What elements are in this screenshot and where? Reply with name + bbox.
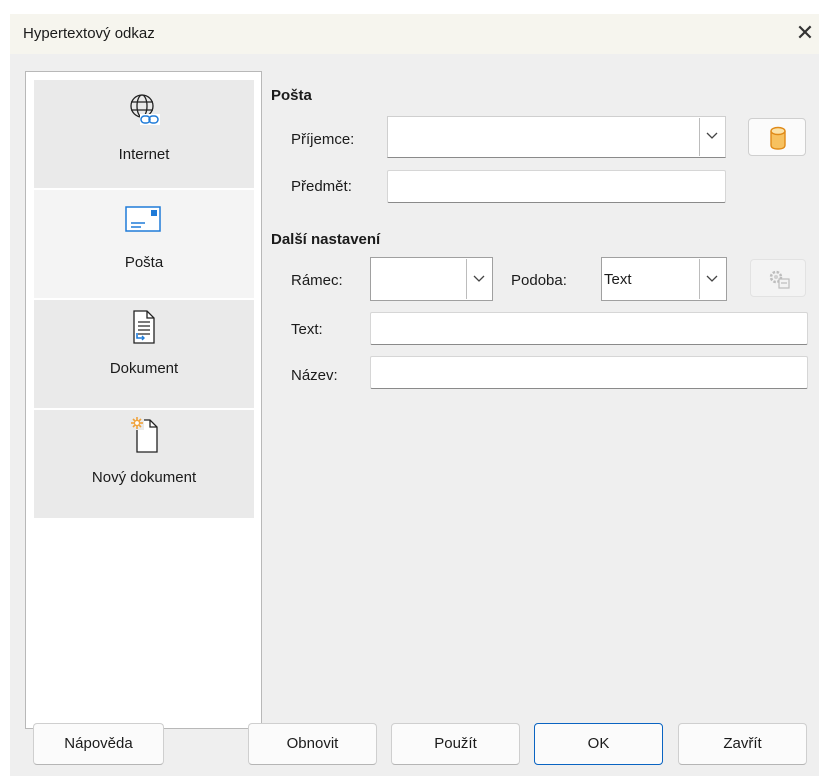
name-field[interactable] [370, 356, 808, 389]
chevron-down-icon[interactable] [706, 272, 718, 287]
more-settings-heading: Další nastavení [271, 231, 381, 248]
form-combobox[interactable]: Text [601, 257, 727, 301]
apply-button[interactable]: Použít [391, 723, 520, 765]
mail-envelope-icon [125, 206, 161, 232]
sidebar-item-label: Dokument [109, 360, 179, 377]
sidebar-item-label: Nový dokument [91, 469, 197, 486]
sidebar-item-new-document[interactable]: Nový dokument [34, 410, 254, 518]
events-button[interactable] [750, 259, 806, 297]
database-icon [770, 126, 786, 150]
close-button[interactable]: Zavřít [678, 723, 807, 765]
sidebar-item-internet[interactable]: Internet [34, 80, 254, 188]
sidebar-item-label: Pošta [124, 254, 164, 271]
title-bar: Hypertextový odkaz ✕ [10, 14, 819, 54]
hyperlink-dialog: Hypertextový odkaz ✕ Internet Pošta Doku… [10, 14, 819, 776]
dialog-title: Hypertextový odkaz [23, 25, 155, 42]
mail-section-heading: Pošta [271, 87, 312, 104]
close-icon[interactable]: ✕ [791, 20, 819, 48]
ok-button[interactable]: OK [534, 723, 663, 765]
text-field[interactable] [370, 312, 808, 345]
datasource-button[interactable] [748, 118, 806, 156]
subject-field[interactable] [387, 170, 726, 203]
recipient-combobox[interactable] [387, 116, 726, 158]
chevron-down-icon[interactable] [473, 272, 485, 287]
text-label: Text: [291, 321, 323, 338]
frame-label: Rámec: [291, 272, 343, 289]
hyperlink-type-list: Internet Pošta Dokument Nový dokument [25, 71, 262, 729]
subject-label: Předmět: [291, 178, 352, 195]
form-label: Podoba: [511, 272, 567, 289]
combo-separator [699, 118, 700, 156]
reset-button[interactable]: Obnovit [248, 723, 377, 765]
recipient-label: Příjemce: [291, 131, 355, 148]
chevron-down-icon[interactable] [706, 129, 718, 144]
combo-separator [699, 259, 700, 299]
form-value: Text [604, 271, 632, 288]
new-document-icon [130, 416, 158, 453]
help-button[interactable]: Nápověda [33, 723, 164, 765]
sidebar-item-mail[interactable]: Pošta [34, 190, 254, 298]
globe-link-icon [130, 94, 160, 125]
sidebar-item-document[interactable]: Dokument [34, 300, 254, 408]
sidebar-item-label: Internet [118, 146, 170, 163]
name-label: Název: [291, 367, 338, 384]
combo-separator [466, 259, 467, 299]
document-icon [133, 310, 155, 344]
frame-combobox[interactable] [370, 257, 493, 301]
events-gear-icon [769, 270, 790, 289]
